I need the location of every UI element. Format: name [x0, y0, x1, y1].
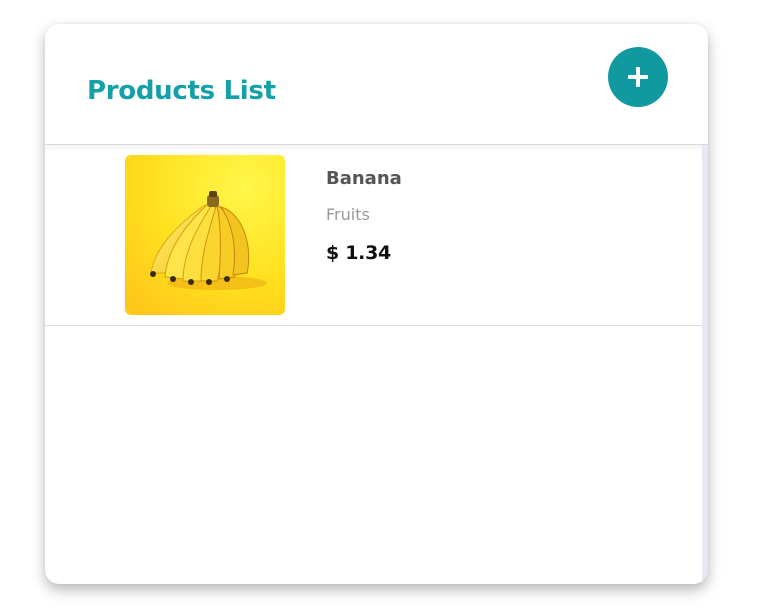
- add-product-button[interactable]: [608, 47, 668, 107]
- product-image: [125, 155, 285, 315]
- product-name: Banana: [326, 168, 402, 189]
- list-item[interactable]: Banana Fruits $ 1.34: [45, 145, 702, 326]
- product-list: Banana Fruits $ 1.34: [45, 145, 708, 584]
- scrollbar[interactable]: [702, 145, 708, 584]
- page-title: Products List: [87, 76, 276, 106]
- product-category: Fruits: [326, 205, 370, 224]
- products-card: Products List Banana Fruits $ 1.34: [45, 24, 708, 584]
- products-header: Products List: [45, 24, 708, 145]
- product-price: $ 1.34: [326, 242, 391, 264]
